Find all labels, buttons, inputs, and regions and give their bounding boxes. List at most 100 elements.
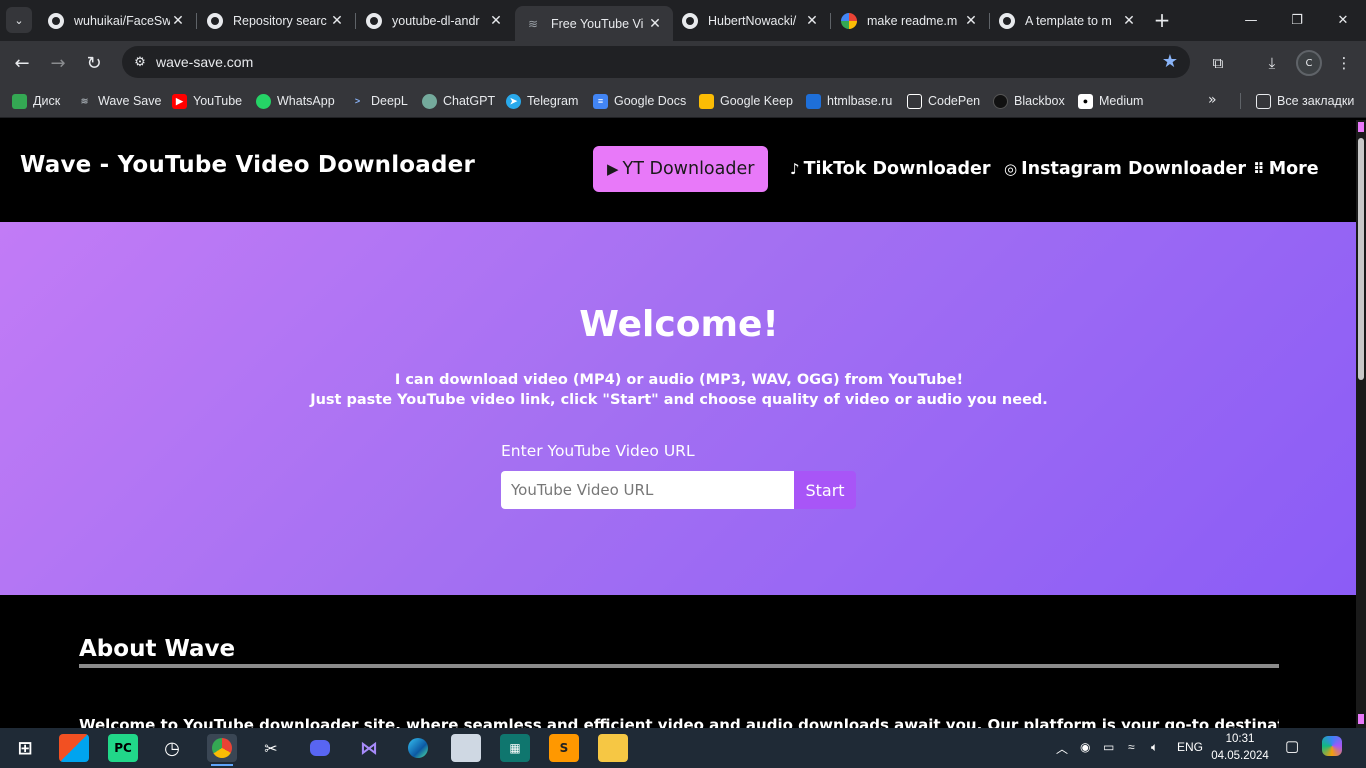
bookmark-star-icon[interactable]: ★: [1162, 51, 1178, 72]
close-icon[interactable]: ✕: [963, 13, 979, 29]
restore-button[interactable]: ❐: [1274, 0, 1320, 40]
clock-time: 10:31: [1225, 733, 1255, 745]
tab-label: HubertNowacki/: [708, 13, 797, 28]
nav-more[interactable]: ⠿ More: [1241, 146, 1331, 192]
bookmark-item[interactable]: > DeepL: [350, 92, 408, 110]
camera-icon[interactable]: ◉: [1080, 740, 1090, 754]
chevron-double-right-icon[interactable]: »: [1208, 92, 1217, 108]
bookmark-item[interactable]: htmlbase.ru: [806, 92, 892, 110]
copilot-icon[interactable]: [1322, 736, 1342, 756]
bookmark-item[interactable]: Диск: [12, 92, 60, 110]
bookmark-item[interactable]: ≋ Wave Save: [77, 92, 162, 110]
system-clock[interactable]: 10:31 04.05.2024: [1210, 731, 1270, 765]
discord-icon[interactable]: [305, 734, 335, 762]
pycharm-icon[interactable]: PC: [108, 734, 138, 762]
close-icon[interactable]: ✕: [804, 13, 820, 29]
all-bookmarks-folder[interactable]: Все закладки: [1256, 92, 1354, 110]
github-icon: [207, 12, 223, 29]
hero-section: Welcome! I can download video (MP4) or a…: [0, 222, 1356, 595]
bookmark-item[interactable]: WhatsApp: [256, 92, 335, 110]
browser-tab[interactable]: HubertNowacki/ ✕: [672, 6, 830, 35]
forward-button[interactable]: →: [44, 49, 72, 77]
about-divider: [79, 664, 1279, 668]
bookmark-item[interactable]: ▶ YouTube: [172, 92, 242, 110]
new-tab-button[interactable]: +: [1150, 9, 1174, 33]
wave-icon: ≋: [527, 16, 539, 31]
scroll-down-arrow[interactable]: [1358, 714, 1364, 724]
bookmark-item[interactable]: Google Keep: [699, 92, 793, 110]
windows-taskbar: ⊞ PC ◷ ✂ ⋈ ▦ S ︿ ◉ ▭ ≈ 🔈︎ ENG 10:31 04.0…: [0, 728, 1366, 768]
nav-instagram-downloader[interactable]: ◎ Instagram Downloader: [992, 146, 1258, 192]
start-button[interactable]: Start: [794, 471, 856, 509]
bookmark-item[interactable]: ≡ Google Docs: [593, 92, 686, 110]
back-button[interactable]: ←: [8, 49, 36, 77]
close-icon[interactable]: ✕: [329, 13, 345, 29]
browser-tab-active[interactable]: ≋ Free YouTube Vi ✕: [515, 6, 673, 41]
scroll-thumb[interactable]: [1358, 138, 1364, 380]
terminal-icon[interactable]: ▦: [500, 734, 530, 762]
github-icon: [999, 12, 1015, 29]
bookmark-label: Google Keep: [720, 94, 793, 108]
bookmark-item[interactable]: ➤ Telegram: [506, 92, 578, 110]
minimize-button[interactable]: —: [1228, 0, 1274, 40]
image-viewer-icon[interactable]: [451, 734, 481, 762]
microsoft-store-icon[interactable]: [59, 734, 89, 762]
chevron-up-icon[interactable]: ︿: [1056, 740, 1068, 757]
site-brand[interactable]: Wave - YouTube Video Downloader: [20, 152, 475, 178]
menu-kebab-icon[interactable]: ⋮: [1330, 49, 1358, 77]
bookmark-label: Все закладки: [1277, 94, 1355, 108]
battery-icon[interactable]: ▭: [1103, 740, 1114, 754]
extensions-icon[interactable]: ⧉: [1204, 49, 1232, 77]
close-icon[interactable]: ✕: [647, 16, 663, 32]
tab-label: make readme.m: [867, 13, 958, 28]
clock-date: 04.05.2024: [1211, 750, 1269, 762]
browser-tab[interactable]: make readme.m ✕: [831, 6, 989, 35]
tab-strip: ⌄ wuhuikai/FaceSw ✕ Repository searc ✕ y…: [0, 0, 1366, 41]
visual-studio-icon[interactable]: ⋈: [354, 734, 384, 762]
nav-tiktok-downloader[interactable]: ♪ TikTok Downloader: [778, 146, 1003, 192]
instagram-icon: ◎: [1004, 160, 1018, 178]
tab-label: A template to m: [1025, 13, 1112, 28]
profile-avatar[interactable]: C: [1296, 50, 1322, 76]
volume-icon[interactable]: 🔈︎: [1151, 740, 1158, 755]
language-indicator[interactable]: ENG: [1177, 740, 1203, 754]
bookmark-label: CodePen: [928, 94, 981, 108]
capcut-icon[interactable]: ✂: [256, 734, 286, 762]
browser-tab[interactable]: wuhuikai/FaceSw ✕: [38, 6, 196, 35]
hero-title: Welcome!: [579, 304, 779, 345]
chrome-icon[interactable]: [207, 734, 237, 766]
windows-start-icon[interactable]: ⊞: [10, 734, 40, 762]
site-settings-icon[interactable]: ⚙: [126, 55, 154, 70]
nav-yt-downloader[interactable]: ▶ YT Downloader: [593, 146, 769, 192]
reload-button[interactable]: ↻: [80, 49, 108, 77]
wifi-icon[interactable]: ≈: [1128, 740, 1135, 754]
notifications-icon[interactable]: ▢: [1285, 737, 1299, 755]
browser-tab[interactable]: youtube-dl-andr ✕: [356, 6, 514, 35]
bookmark-item[interactable]: ● Medium: [1078, 92, 1143, 110]
bookmark-label: Blackbox: [1014, 94, 1065, 108]
close-window-button[interactable]: ✕: [1320, 0, 1366, 40]
about-heading: About Wave: [79, 636, 236, 662]
address-bar[interactable]: ⚙ wave-save.com ★: [122, 46, 1190, 78]
close-icon[interactable]: ✕: [170, 13, 186, 29]
url-text[interactable]: wave-save.com: [156, 54, 253, 70]
edge-icon[interactable]: [403, 734, 433, 762]
clock-app-icon[interactable]: ◷: [157, 734, 187, 762]
bookmark-item[interactable]: Blackbox: [993, 92, 1065, 110]
close-icon[interactable]: ✕: [488, 13, 504, 29]
page-scrollbar[interactable]: [1356, 120, 1366, 728]
youtube-url-input[interactable]: [501, 471, 794, 509]
scroll-up-arrow[interactable]: [1358, 122, 1364, 132]
download-icon[interactable]: ⤓: [1258, 49, 1286, 77]
site-header: Wave - YouTube Video Downloader ▶ YT Down…: [0, 120, 1356, 222]
file-explorer-icon[interactable]: [598, 734, 628, 762]
sublime-text-icon[interactable]: S: [549, 734, 579, 762]
github-icon: [366, 12, 382, 29]
github-icon: [682, 12, 698, 29]
close-icon[interactable]: ✕: [1121, 13, 1137, 29]
bookmark-item[interactable]: ChatGPT: [422, 92, 495, 110]
browser-tab[interactable]: A template to m ✕: [989, 6, 1147, 35]
tab-search-menu-button[interactable]: ⌄: [6, 7, 32, 33]
browser-tab[interactable]: Repository searc ✕: [197, 6, 355, 35]
bookmark-item[interactable]: CodePen: [907, 92, 980, 110]
